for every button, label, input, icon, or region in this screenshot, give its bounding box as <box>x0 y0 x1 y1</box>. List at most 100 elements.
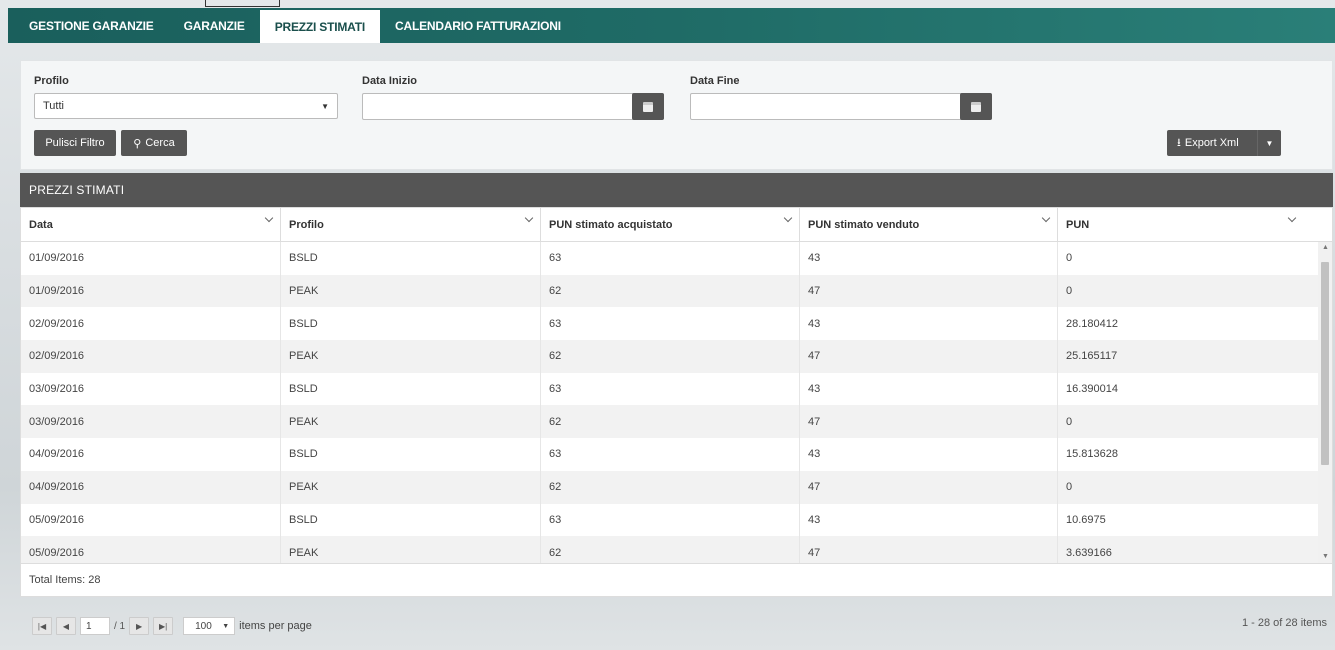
table-row[interactable]: 05/09/2016 PEAK 62 47 3.639166 <box>21 536 1332 564</box>
calendar-icon <box>643 101 653 112</box>
cell-profilo: BSLD <box>281 242 541 275</box>
caret-down-icon: ▼ <box>1265 138 1274 148</box>
cell-pun: 16.390014 <box>1058 372 1319 406</box>
cell-profilo: BSLD <box>281 438 541 471</box>
cell-data: 03/09/2016 <box>21 372 281 406</box>
cell-pun-venduto: 43 <box>800 438 1058 471</box>
cell-data: 05/09/2016 <box>21 503 281 537</box>
items-per-page-label: items per page <box>239 620 312 632</box>
chevron-down-icon[interactable] <box>783 213 793 223</box>
export-main[interactable]: ⭳ Export Xml <box>1167 130 1257 156</box>
cell-profilo: PEAK <box>281 405 541 439</box>
top-edge-outline <box>205 0 280 7</box>
export-xml-button[interactable]: ⭳ Export Xml ▼ <box>1167 130 1281 156</box>
column-header-label: PUN <box>1066 219 1090 231</box>
pager: |◀ ◀ 1 / 1 ▶ ▶| 100 ▼ items per page <box>32 616 312 636</box>
grid-header: Data Profilo PUN stimato acquistato PUN … <box>21 208 1332 242</box>
tab-gestione-garanzie[interactable]: GESTIONE GARANZIE <box>14 8 169 43</box>
profilo-select[interactable]: Tutti ▼ <box>34 93 338 119</box>
column-header-pun-acquistato[interactable]: PUN stimato acquistato <box>541 208 800 242</box>
data-fine-calendar-button[interactable] <box>960 93 992 120</box>
data-inizio-label: Data Inizio <box>362 75 418 87</box>
search-button[interactable]: ⚲ Cerca <box>121 130 187 156</box>
search-icon: ⚲ <box>133 137 142 150</box>
cell-profilo: PEAK <box>281 274 541 308</box>
table-row[interactable]: 01/09/2016 BSLD 63 43 0 <box>21 242 1332 275</box>
data-inizio-calendar-button[interactable] <box>632 93 664 120</box>
cell-pun-acquistato: 62 <box>541 470 800 504</box>
clear-filter-button[interactable]: Pulisci Filtro <box>34 130 116 156</box>
cell-profilo: PEAK <box>281 470 541 504</box>
caret-down-icon: ▼ <box>321 101 329 111</box>
cell-pun: 15.813628 <box>1058 438 1319 471</box>
first-page-button[interactable]: |◀ <box>32 617 52 635</box>
cell-pun-venduto: 47 <box>800 340 1058 373</box>
scroll-down-icon[interactable]: ▼ <box>1322 553 1329 560</box>
column-header-label: PUN stimato acquistato <box>549 219 673 231</box>
column-header-pun-venduto[interactable]: PUN stimato venduto <box>800 208 1058 242</box>
cell-pun-venduto: 47 <box>800 405 1058 439</box>
cell-pun-acquistato: 62 <box>541 536 800 564</box>
profilo-select-value: Tutti <box>43 100 64 112</box>
cell-pun: 28.180412 <box>1058 307 1319 341</box>
cell-pun: 0 <box>1058 470 1319 504</box>
cell-pun-venduto: 47 <box>800 274 1058 308</box>
total-pages: / 1 <box>114 620 126 632</box>
cell-pun: 25.165117 <box>1058 340 1319 373</box>
page-size-select[interactable]: 100 ▼ <box>183 617 236 635</box>
cell-profilo: PEAK <box>281 536 541 564</box>
table-row[interactable]: 05/09/2016 BSLD 63 43 10.6975 <box>21 503 1332 537</box>
cell-pun-venduto: 47 <box>800 470 1058 504</box>
grid-title: PREZZI STIMATI <box>20 173 1333 207</box>
caret-down-icon: ▼ <box>222 622 230 630</box>
last-page-icon: ▶| <box>159 621 168 631</box>
table-row[interactable]: 03/09/2016 BSLD 63 43 16.390014 <box>21 372 1332 406</box>
table-row[interactable]: 02/09/2016 PEAK 62 47 25.165117 <box>21 340 1332 373</box>
table-row[interactable]: 03/09/2016 PEAK 62 47 0 <box>21 405 1332 439</box>
cell-pun-venduto: 43 <box>800 307 1058 341</box>
export-label: Export Xml <box>1184 137 1239 149</box>
scroll-up-icon[interactable]: ▲ <box>1322 244 1329 251</box>
data-fine-input[interactable] <box>690 93 992 120</box>
cell-profilo: BSLD <box>281 503 541 537</box>
column-header-profilo[interactable]: Profilo <box>281 208 541 242</box>
cell-profilo: BSLD <box>281 372 541 406</box>
tab-garanzie[interactable]: GARANZIE <box>169 8 260 43</box>
cell-pun-acquistato: 62 <box>541 405 800 439</box>
cell-pun: 0 <box>1058 274 1319 308</box>
export-dropdown-toggle[interactable]: ▼ <box>1257 130 1281 156</box>
cell-pun: 0 <box>1058 405 1319 439</box>
cell-pun: 3.639166 <box>1058 536 1319 564</box>
column-header-data[interactable]: Data <box>21 208 281 242</box>
cell-data: 01/09/2016 <box>21 242 281 275</box>
scrollbar-thumb[interactable] <box>1321 262 1329 465</box>
chevron-down-icon[interactable] <box>264 213 274 223</box>
table-row[interactable]: 04/09/2016 PEAK 62 47 0 <box>21 470 1332 504</box>
chevron-down-icon[interactable] <box>524 213 534 223</box>
column-header-pun[interactable]: PUN <box>1058 208 1319 242</box>
table-row[interactable]: 02/09/2016 BSLD 63 43 28.180412 <box>21 307 1332 341</box>
data-inizio-input[interactable] <box>362 93 664 120</box>
download-icon: ⭳ <box>1177 136 1181 149</box>
cell-pun-venduto: 43 <box>800 503 1058 537</box>
last-page-button[interactable]: ▶| <box>153 617 174 635</box>
chevron-down-icon[interactable] <box>1041 213 1051 223</box>
prev-page-icon: ◀ <box>62 621 70 631</box>
cell-pun-acquistato: 63 <box>541 372 800 406</box>
cell-data: 02/09/2016 <box>21 307 281 341</box>
page-size-value: 100 <box>195 620 212 632</box>
chevron-down-icon[interactable] <box>1287 213 1297 223</box>
tab-prezzi-stimati[interactable]: PREZZI STIMATI <box>259 10 381 43</box>
prev-page-button[interactable]: ◀ <box>56 617 76 635</box>
grid-scrollbar[interactable]: ▲ ▼ <box>1318 242 1332 564</box>
table-row[interactable]: 04/09/2016 BSLD 63 43 15.813628 <box>21 438 1332 471</box>
filter-panel: Profilo Tutti ▼ Data Inizio Data Fine Pu… <box>20 60 1333 170</box>
search-button-label: Cerca <box>145 137 175 149</box>
page-number-input[interactable]: 1 <box>80 617 110 635</box>
next-page-button[interactable]: ▶ <box>129 617 150 635</box>
grid-body: 01/09/2016 BSLD 63 43 0 01/09/2016 PEAK … <box>21 242 1332 564</box>
cell-pun-acquistato: 63 <box>541 438 800 471</box>
grid-footer: Total Items: 28 <box>21 563 1332 596</box>
table-row[interactable]: 01/09/2016 PEAK 62 47 0 <box>21 274 1332 308</box>
tab-calendario-fatturazioni[interactable]: CALENDARIO FATTURAZIONI <box>380 8 576 43</box>
